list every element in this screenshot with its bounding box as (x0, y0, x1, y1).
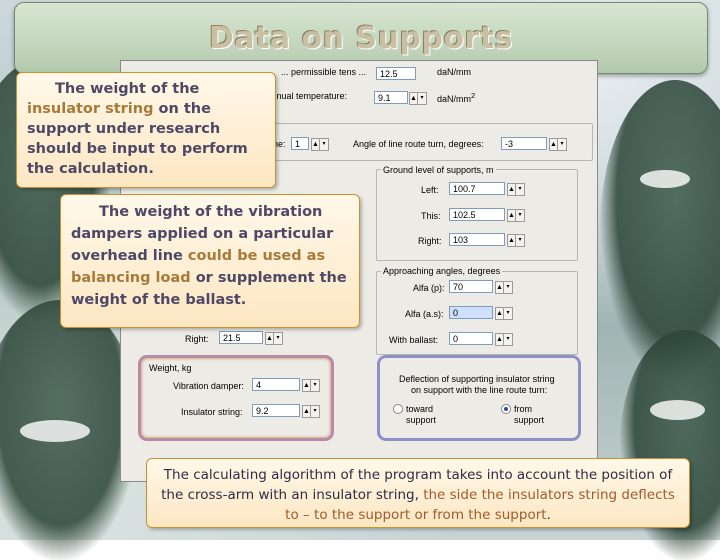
annual-temperature-field[interactable]: 9.1 (374, 91, 408, 104)
insulator-string-label: Insulator string: (181, 407, 243, 417)
ground-right-label: Right: (418, 236, 442, 246)
ground-right-field[interactable]: 103 (449, 233, 505, 246)
with-ballast-label: With ballast: (389, 335, 439, 345)
deflection-title-line2: on support with the line route turn: (411, 385, 548, 395)
with-ballast-dropdown[interactable]: ▾ (503, 333, 513, 346)
algorithm-callout-text-2: . (546, 507, 551, 523)
approach-angles-title: Approaching angles, degrees (381, 266, 503, 276)
from-support-label-1: from (514, 404, 532, 414)
alfa-p-label: Alfa (p): (413, 283, 445, 293)
insulator-string-callout: The weight of the insulator string on th… (16, 72, 276, 188)
with-ballast-field[interactable]: 0 (449, 332, 493, 345)
angle-turn-label: Angle of line route turn, degrees: (353, 139, 484, 149)
count-dropdown[interactable]: ▾ (319, 138, 329, 151)
ground-this-label: This: (421, 211, 441, 221)
deflection-highlight (377, 355, 581, 441)
alfa-as-dropdown[interactable]: ▾ (503, 307, 513, 320)
weight-title: Weight, kg (149, 363, 192, 373)
span-right-field[interactable]: 21.5 (219, 331, 263, 344)
annual-temperature-dropdown[interactable]: ▾ (417, 92, 427, 105)
vibration-damper-field[interactable]: 4 (252, 378, 300, 391)
vibration-damper-dropdown[interactable]: ▾ (310, 379, 320, 392)
page-title: Data on Supports (208, 20, 514, 56)
from-support-radio[interactable] (501, 404, 511, 414)
ground-this-dropdown[interactable]: ▾ (515, 209, 525, 222)
ground-level-title: Ground level of supports, m (381, 165, 496, 175)
from-support-label-2: support (514, 415, 545, 425)
angle-turn-dropdown[interactable]: ▾ (557, 138, 567, 151)
insulator-callout-text-1: The weight of the (55, 81, 200, 97)
ground-this-field[interactable]: 102.5 (449, 208, 505, 221)
vibration-damper-label: Vibration damper: (173, 381, 244, 391)
deflection-title-line1: Deflection of supporting insulator strin… (399, 374, 555, 384)
ground-right-dropdown[interactable]: ▾ (515, 234, 525, 247)
toward-support-radio[interactable] (393, 404, 403, 414)
alfa-p-dropdown[interactable]: ▾ (503, 281, 513, 294)
superscript-two: 2 (471, 91, 476, 100)
count-field[interactable]: 1 (291, 137, 309, 150)
annual-temperature-unit: daN/mm2 (437, 91, 476, 104)
permissible-tension-field[interactable]: 12.5 (376, 67, 416, 80)
alfa-as-field[interactable]: 0 (449, 306, 493, 319)
vibration-damper-callout: The weight of the vibration dampers appl… (60, 194, 360, 328)
insulator-callout-highlight: insulator string (27, 101, 154, 117)
insulator-string-dropdown[interactable]: ▾ (310, 405, 320, 418)
ground-left-field[interactable]: 100.7 (449, 182, 505, 195)
toward-support-label-2: support (406, 415, 437, 425)
angle-turn-field[interactable]: -3 (501, 137, 547, 150)
permissible-tension-label: ... permissible tens ... (281, 67, 367, 77)
alfa-as-label: Alfa (a.s): (405, 309, 444, 319)
span-right-dropdown[interactable]: ▾ (273, 332, 283, 345)
algorithm-callout: The calculating algorithm of the program… (146, 458, 690, 528)
span-right-label: Right: (185, 334, 209, 344)
ground-left-dropdown[interactable]: ▾ (515, 183, 525, 196)
permissible-tension-unit: daN/mm (437, 67, 472, 77)
toward-support-label-1: toward (406, 404, 434, 414)
ground-left-label: Left: (421, 185, 439, 195)
alfa-p-field[interactable]: 70 (449, 280, 493, 293)
insulator-string-field[interactable]: 9.2 (252, 404, 300, 417)
